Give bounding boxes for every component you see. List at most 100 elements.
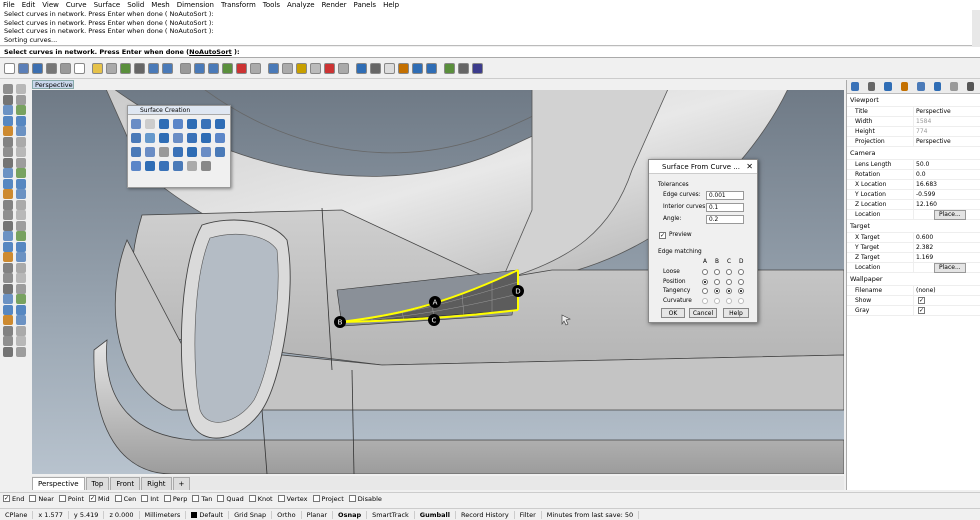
status-grid-snap[interactable]: Grid Snap [229,510,273,519]
surface-tool-icon[interactable] [159,133,169,143]
units[interactable]: Millimeters [140,510,187,519]
radio-tangency-c[interactable] [726,288,732,294]
surface-tool-icon[interactable] [187,119,197,129]
tool-icon[interactable] [16,252,26,262]
osnap-perp[interactable]: Perp [163,495,187,503]
property-value[interactable]: Perspective [913,107,980,116]
tool-icon[interactable] [3,304,13,315]
property-value[interactable]: Perspective [913,137,980,146]
property-value[interactable]: 774 [913,127,980,136]
status-gumball[interactable]: Gumball [415,510,457,519]
tool-icon[interactable] [3,294,13,304]
surface-tool-icon[interactable] [145,161,155,171]
property-value[interactable]: 50.0 [913,160,980,169]
toolbar-tool-icon[interactable] [32,63,43,74]
toolbar-tool-icon[interactable] [324,63,335,74]
option-noautosort[interactable]: NoAutoSort [189,48,232,56]
osnap-end[interactable]: ✓ End [3,495,24,503]
status-filter[interactable]: Filter [515,510,542,519]
surface-tool-icon[interactable] [201,161,211,171]
tab-perspective[interactable]: Perspective [32,477,85,490]
gray-checkbox[interactable]: ✓ [918,307,925,314]
osnap-cen[interactable]: Cen [114,495,136,503]
menu-help[interactable]: Help [383,1,399,9]
surface-tool-icon[interactable] [173,133,183,143]
osnap-quad[interactable]: Quad [217,495,244,503]
tool-icon[interactable] [3,210,13,220]
radio-tangency-b[interactable] [714,288,720,294]
radio-tangency-a[interactable] [702,288,708,294]
tool-icon[interactable] [16,115,26,126]
toolbar-tool-icon[interactable] [194,63,205,74]
surface-tool-icon[interactable] [131,147,141,157]
tool-icon[interactable] [16,304,26,315]
wallpaper-section[interactable]: Wallpaper [847,273,980,286]
interior-curves-input[interactable]: 0.1 [706,203,744,212]
osnap-tan[interactable]: Tan [192,495,212,503]
tool-icon[interactable] [16,273,26,283]
tool-icon[interactable] [3,178,13,189]
osnap-knot[interactable]: Knot [248,495,273,503]
toolbar-tool-icon[interactable] [74,63,85,74]
toolbar-tool-icon[interactable] [208,63,219,74]
osnap-checkbox[interactable] [58,495,66,502]
tool-icon[interactable] [3,241,13,252]
angle-input[interactable]: 0.2 [706,215,744,224]
tool-icon[interactable] [16,199,26,210]
panel-tab-icon[interactable] [917,82,925,91]
edge-curves-input[interactable]: 0.001 [706,191,744,200]
menu-analyze[interactable]: Analyze [287,1,315,9]
toolbar-tool-icon[interactable] [236,63,247,74]
tool-icon[interactable] [3,94,13,105]
surface-tool-icon[interactable] [187,147,197,157]
panel-tab-icon[interactable] [900,82,908,91]
tool-icon[interactable] [16,346,26,357]
osnap-checkbox[interactable] [248,495,256,502]
menu-render[interactable]: Render [322,1,347,9]
surface-tool-icon[interactable] [145,147,155,157]
tool-icon[interactable] [16,105,26,115]
surface-tool-icon[interactable] [215,119,225,129]
status-ortho[interactable]: Ortho [272,510,302,519]
osnap-int[interactable]: Int [141,495,159,503]
toolbar-tool-icon[interactable] [46,63,57,74]
toolbar-tool-icon[interactable] [384,63,395,74]
tool-icon[interactable] [3,283,13,294]
toolbar-tool-icon[interactable] [338,63,349,74]
menu-surface[interactable]: Surface [94,1,121,9]
tool-icon[interactable] [16,315,26,325]
tool-icon[interactable] [16,126,26,136]
surface-tool-icon[interactable] [215,133,225,143]
toolbar-tool-icon[interactable] [222,63,233,74]
toolbar-tool-icon[interactable] [148,63,159,74]
tool-icon[interactable] [3,189,13,199]
tool-icon[interactable] [16,189,26,199]
toolbar-tool-icon[interactable] [162,63,173,74]
property-value[interactable]: 0.0 [913,170,980,179]
property-value[interactable]: 1.169 [913,253,980,262]
ok-button[interactable]: OK [661,308,685,318]
tool-icon[interactable] [3,168,13,178]
viewport-title-tab[interactable]: Perspective [32,80,74,89]
property-value[interactable]: 16.683 [913,180,980,189]
toolbar-tool-icon[interactable] [180,63,191,74]
tool-icon[interactable] [3,157,13,168]
radio-position-a[interactable] [702,278,708,285]
tool-icon[interactable] [16,84,26,94]
tool-icon[interactable] [3,126,13,136]
toolbar-tool-icon[interactable] [18,63,29,74]
osnap-disable[interactable]: Disable [348,495,382,503]
command-line[interactable]: Select curves in network. Press Enter wh… [0,47,980,58]
tool-icon[interactable] [3,252,13,262]
menu-solid[interactable]: Solid [127,1,144,9]
property-value[interactable]: 0.600 [913,233,980,242]
toolbar-tool-icon[interactable] [412,63,423,74]
toolbar-tool-icon[interactable] [120,63,131,74]
tool-icon[interactable] [3,220,13,231]
surface-tool-icon[interactable] [187,161,197,171]
surface-tool-icon[interactable] [131,133,141,143]
status-osnap[interactable]: Osnap [333,510,368,519]
toolbar-tool-icon[interactable] [310,63,321,74]
radio-loose-b[interactable] [714,269,720,275]
tool-icon[interactable] [3,136,13,147]
